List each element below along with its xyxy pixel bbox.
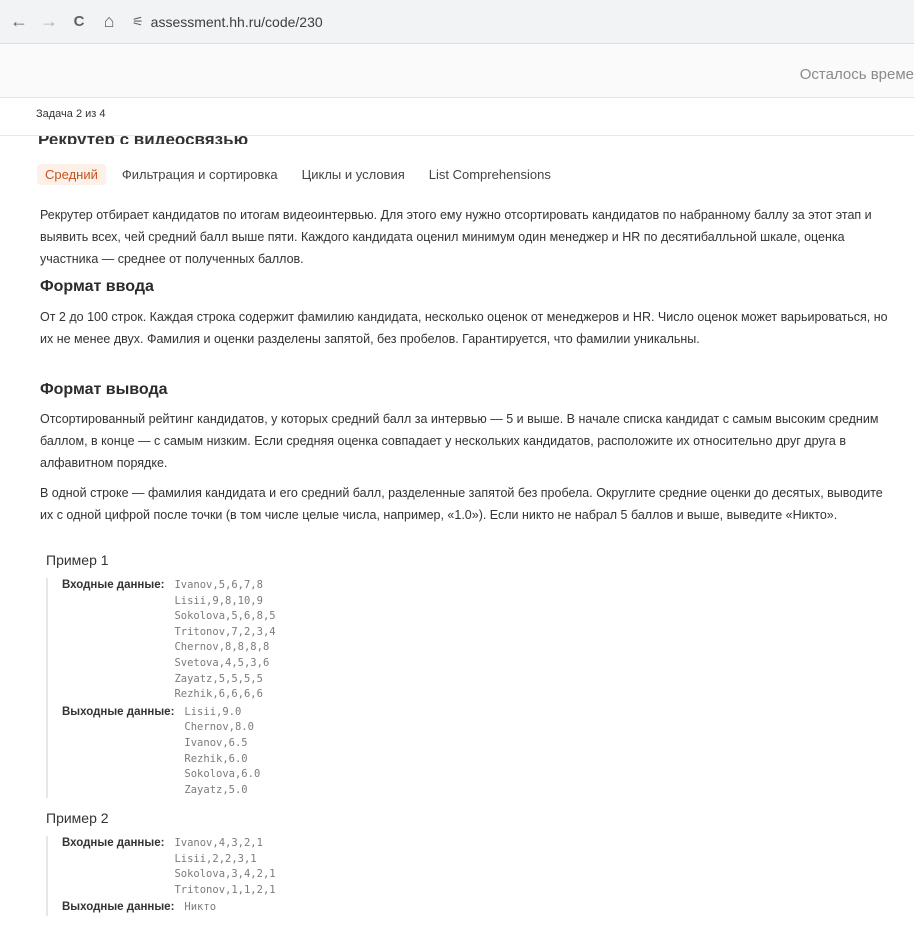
- input-line: Ivanov,5,6,7,8: [174, 579, 263, 591]
- address-bar[interactable]: ⚟ assessment.hh.ru/code/230: [132, 14, 323, 30]
- task-counter-tab[interactable]: Задача 2 из 4: [36, 108, 106, 120]
- back-icon[interactable]: ←: [4, 7, 34, 37]
- task-tab-row: Задача 2 из 4: [0, 98, 914, 136]
- output-line: Ivanov,6.5: [184, 736, 248, 749]
- example-1-title: Пример 1: [46, 552, 109, 568]
- input-line: Ivanov,4,3,2,1: [174, 837, 263, 849]
- output-label: Выходные данные:: [62, 705, 175, 718]
- input-label: Входные данные:: [62, 837, 165, 849]
- input-line: Tritonov,7,2,3,4: [174, 625, 276, 638]
- input-format-text: От 2 до 100 строк. Каждая строка содержи…: [40, 310, 888, 346]
- output-label: Выходные данные:: [62, 901, 175, 914]
- input-label: Входные данные:: [62, 579, 165, 591]
- task-content: Рекрутер с видеосвязью Средний Фильтраци…: [0, 136, 914, 936]
- input-line: Rezhik,6,6,6,6: [174, 688, 263, 701]
- output-lines: Lisii,9.0 Chernov,8.0 Ivanov,6.5 Rezhik,…: [184, 705, 260, 799]
- input-format-heading: Формат ввода: [40, 278, 154, 295]
- output-format-text: Отсортированный рейтинг кандидатов, у ко…: [40, 412, 879, 470]
- home-icon[interactable]: ⌂: [94, 7, 124, 37]
- input-line: Tritonov,1,1,2,1: [174, 883, 276, 896]
- input-line: Lisii,2,2,3,1: [174, 852, 257, 865]
- example-1-input: Входные данные: Ivanov,5,6,7,8 Lisii,9,8…: [62, 578, 276, 703]
- output-line: Rezhik,6.0: [184, 752, 248, 765]
- task-title: Рекрутер с видеосвязью: [38, 136, 248, 144]
- output-line: Chernov,8.0: [184, 721, 254, 734]
- input-lines: Ivanov,5,6,7,8 Lisii,9,8,10,9 Sokolova,5…: [174, 578, 275, 703]
- example-2-output: Выходные данные: Никто: [62, 900, 276, 916]
- site-info-icon[interactable]: ⚟: [132, 14, 144, 30]
- example-1-output: Выходные данные: Lisii,9.0 Chernov,8.0 I…: [62, 705, 276, 799]
- topic-tag: List Comprehensions: [428, 167, 551, 182]
- input-line: Svetova,4,5,3,6: [174, 656, 270, 669]
- forward-icon[interactable]: →: [34, 7, 64, 37]
- input-line: Sokolova,5,6,8,5: [174, 610, 276, 623]
- browser-toolbar: ← → C ⌂ ⚟ assessment.hh.ru/code/230: [0, 0, 914, 44]
- task-description: Рекрутер отбирает кандидатов по итогам в…: [40, 208, 872, 266]
- example-1-block: Входные данные: Ivanov,5,6,7,8 Lisii,9,8…: [46, 578, 276, 799]
- output-line: Никто: [184, 901, 217, 914]
- url-text[interactable]: assessment.hh.ru/code/230: [151, 14, 323, 30]
- output-format-heading: Формат вывода: [40, 381, 168, 398]
- output-line: Sokolova,6.0: [184, 768, 261, 781]
- input-line: Zayatz,5,5,5,5: [174, 672, 263, 685]
- reload-icon[interactable]: C: [64, 7, 94, 37]
- input-line: Lisii,9,8,10,9: [174, 594, 263, 607]
- output-line: Zayatz,5.0: [184, 783, 248, 796]
- example-2-title: Пример 2: [46, 810, 109, 826]
- output-lines: Никто: [184, 900, 216, 916]
- time-remaining-label: Осталось време: [799, 66, 914, 83]
- difficulty-tag: Средний: [37, 164, 106, 185]
- example-2-input: Входные данные: Ivanov,4,3,2,1 Lisii,2,2…: [62, 836, 276, 898]
- topic-tag: Фильтрация и сортировка: [121, 167, 278, 182]
- topic-tag: Циклы и условия: [301, 167, 405, 182]
- input-line: Sokolova,3,4,2,1: [174, 868, 276, 881]
- output-line: Lisii,9.0: [184, 705, 242, 718]
- task-tags: Средний Фильтрация и сортировка Циклы и …: [37, 164, 559, 185]
- output-format-text-2: В одной строке — фамилия кандидата и его…: [40, 486, 883, 522]
- example-2-block: Входные данные: Ivanov,4,3,2,1 Lisii,2,2…: [46, 836, 276, 916]
- app-header: Осталось време: [0, 44, 914, 98]
- input-line: Chernov,8,8,8,8: [174, 641, 270, 654]
- input-lines: Ivanov,4,3,2,1 Lisii,2,2,3,1 Sokolova,3,…: [174, 836, 275, 898]
